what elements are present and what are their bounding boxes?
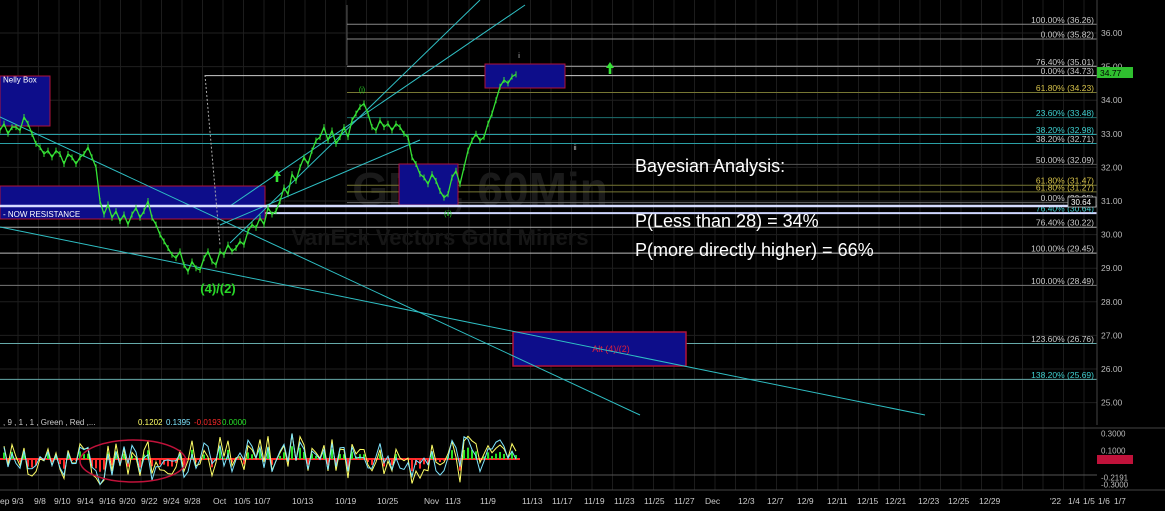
fib-label: 0.00% (35.82)	[1041, 30, 1095, 40]
target-box	[484, 63, 566, 89]
fib-label: 38.20% (32.71)	[1036, 134, 1094, 144]
price-tick-label: 28.00	[1101, 297, 1123, 307]
fib-label: 76.40% (30.22)	[1036, 218, 1094, 228]
wave-label: (i)	[359, 87, 365, 94]
price-tick-label: 36.00	[1101, 28, 1123, 38]
resistance-box-label: - NOW RESISTANCE	[3, 210, 80, 219]
oscillator-value: -0.0193	[194, 418, 222, 427]
analysis-line-2: P(more directly higher) = 66%	[635, 240, 874, 260]
price-tick-label: 34.00	[1101, 95, 1123, 105]
wave-label: (4)/(2)	[200, 281, 235, 296]
price-tick-label: 26.00	[1101, 364, 1123, 374]
date-tick-label: Oct	[213, 496, 227, 506]
fib-label: 100.00% (28.49)	[1031, 276, 1094, 286]
price-tick-label: 31.00	[1101, 196, 1123, 206]
date-tick-label: Dec	[705, 496, 721, 506]
date-tick-label: 10/5	[234, 496, 251, 506]
date-tick-label: 1/5	[1083, 496, 1095, 506]
fib-label: 100.00% (29.45)	[1031, 244, 1094, 254]
date-tick-label: 9/24	[163, 496, 180, 506]
date-tick-label: 11/9	[480, 496, 496, 506]
date-tick-label: 9/16	[99, 496, 116, 506]
date-tick-label: 12/7	[767, 496, 784, 506]
date-tick-label: 12/23	[918, 496, 940, 506]
current-price-label: 34.77	[1100, 68, 1122, 78]
fib-label: 123.60% (26.76)	[1031, 334, 1094, 344]
price-tick-label: 29.00	[1101, 263, 1123, 273]
price-tick-label: 32.00	[1101, 162, 1123, 172]
date-tick-label: 11/17	[552, 496, 573, 506]
fib-label: 138.20% (25.69)	[1031, 370, 1094, 380]
price-tick-label: 27.00	[1101, 330, 1123, 340]
date-tick-label: 12/9	[797, 496, 814, 506]
date-tick-label: 1/7	[1114, 496, 1126, 506]
date-tick-label: 11/19	[584, 496, 605, 506]
date-tick-label: 11/27	[674, 496, 695, 506]
oscillator-header: , 9 , 1 , 1 , Green , Red ,...	[3, 418, 96, 427]
date-tick-label: 11/3	[445, 496, 461, 506]
fib-label: 50.00% (32.09)	[1036, 155, 1094, 165]
date-tick-label: 10/19	[335, 496, 357, 506]
price-tick-label: 33.00	[1101, 129, 1123, 139]
oscillator-value: 0.0000	[222, 418, 247, 427]
date-tick-label: 12/21	[885, 496, 907, 506]
date-tick-label: '22	[1050, 496, 1061, 506]
date-tick-label: Nov	[424, 496, 440, 506]
analysis-heading: Bayesian Analysis:	[635, 156, 786, 176]
date-tick-label: 9/14	[77, 496, 94, 506]
osc-value-tag	[1097, 455, 1133, 464]
date-tick-label: ep 9/3	[0, 496, 24, 506]
watermark-subtext: VanEck Vectors Gold Miners	[291, 225, 588, 250]
price-chart: GDX, 60MinVanEck Vectors Gold Miners 100…	[0, 0, 1165, 511]
fib-label: 61.80% (31.27)	[1036, 182, 1094, 192]
osc-tick-label: 0.1000	[1101, 447, 1126, 456]
osc-tick-label: 0.3000	[1101, 430, 1126, 439]
date-tick-label: 12/29	[979, 496, 1001, 506]
date-tick-label: 9/28	[184, 496, 201, 506]
date-tick-label: 9/8	[34, 496, 46, 506]
osc-tick-label: -0.3000	[1101, 481, 1129, 490]
oscillator-value: 0.1395	[166, 418, 191, 427]
analysis-line-1: P(Less than 28) = 34%	[635, 211, 819, 231]
price-tick-label: 25.00	[1101, 398, 1123, 408]
wave-label: (ii)	[444, 211, 452, 218]
date-tick-label: 9/10	[54, 496, 71, 506]
wave-label: ii	[573, 145, 577, 152]
fib-label: 100.00% (36.26)	[1031, 15, 1094, 25]
date-tick-label: 12/25	[948, 496, 970, 506]
date-tick-label: 9/22	[141, 496, 158, 506]
date-tick-label: 11/25	[644, 496, 665, 506]
date-tick-label: 10/25	[377, 496, 399, 506]
date-tick-label: 12/15	[857, 496, 879, 506]
fib-label: 23.60% (33.48)	[1036, 108, 1094, 118]
marker-price-label: 30.64	[1071, 198, 1092, 207]
date-tick-label: 10/13	[292, 496, 314, 506]
fib-label: 0.00% (34.73)	[1041, 66, 1095, 76]
date-tick-label: 11/23	[614, 496, 635, 506]
nelly-box-label: Nelly Box	[3, 76, 37, 85]
date-tick-label: 1/4	[1068, 496, 1080, 506]
date-tick-label: 9/20	[119, 496, 136, 506]
date-tick-label: 1/6	[1098, 496, 1110, 506]
fib-label: 61.80% (34.23)	[1036, 83, 1094, 93]
date-tick-label: 12/11	[827, 496, 848, 506]
date-tick-label: 10/7	[254, 496, 271, 506]
date-tick-label: 11/13	[522, 496, 543, 506]
price-tick-label: 30.00	[1101, 230, 1123, 240]
date-tick-label: 12/3	[738, 496, 755, 506]
oscillator-value: 0.1202	[138, 418, 163, 427]
